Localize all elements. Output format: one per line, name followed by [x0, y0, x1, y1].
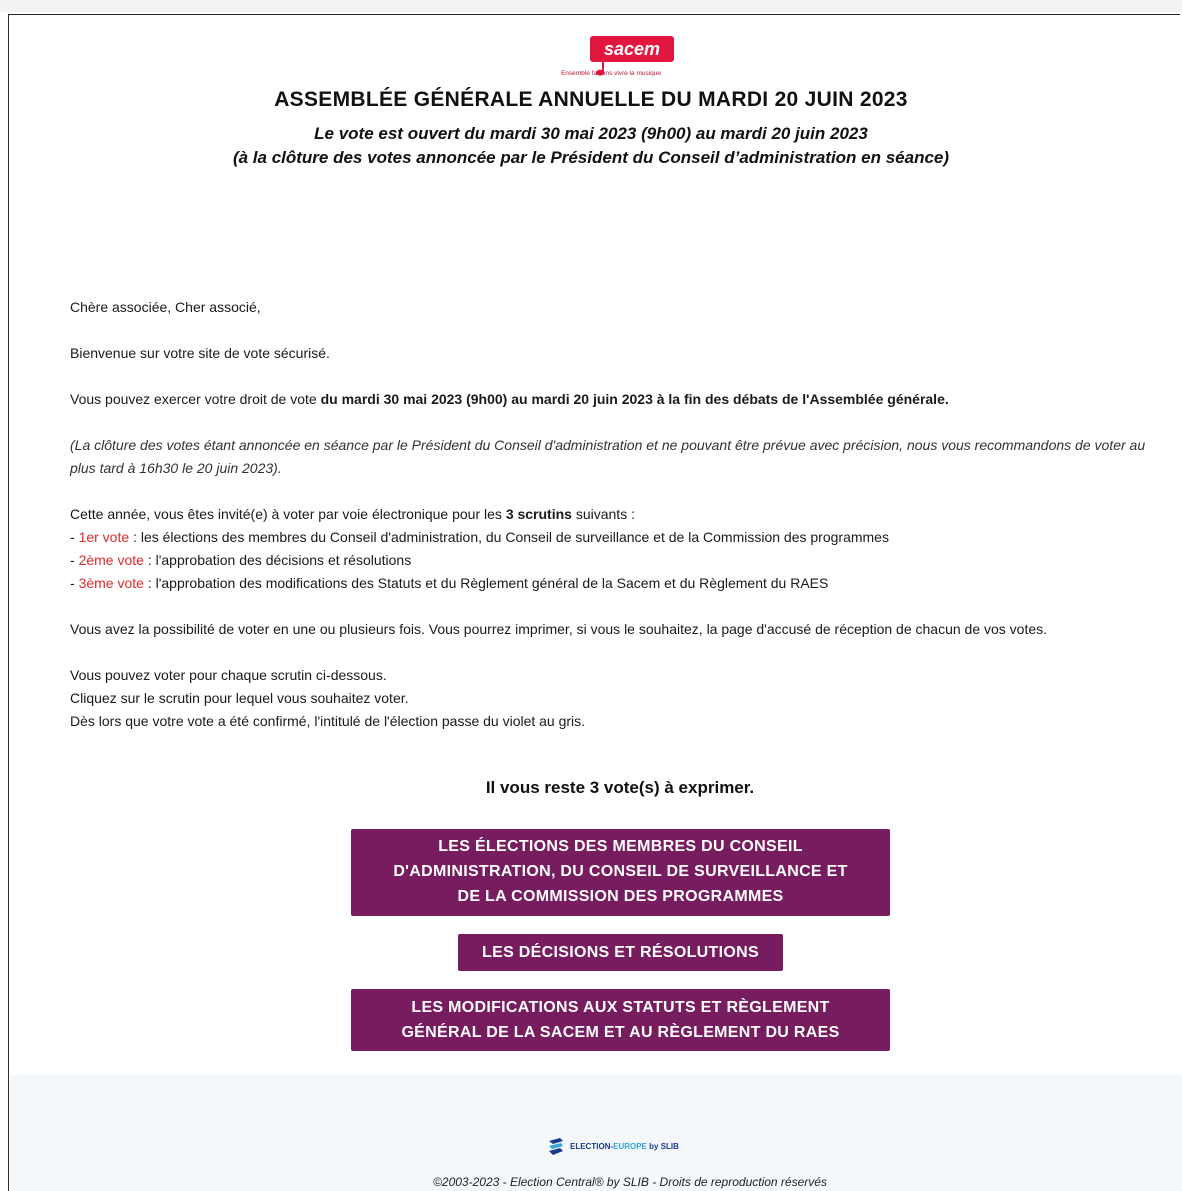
subtitle-line-2: (à la clôture des votes annoncée par le …: [232, 148, 950, 167]
instruction-2: Cliquez sur le scrutin pour lequel vous …: [70, 690, 409, 706]
vote-period-subtitle: Le vote est ouvert du mardi 30 mai 2023 …: [0, 122, 1182, 170]
vote-item-dash: -: [70, 529, 79, 545]
vote-item-label: 1er vote: [78, 529, 130, 545]
button-line: LES DÉCISIONS ET RÉSOLUTIONS: [482, 944, 759, 961]
possibility-text: Vous avez la possibilité de voter en une…: [70, 621, 1048, 637]
vote-item-separator: :: [129, 529, 141, 545]
vote-item-dash: -: [70, 575, 79, 591]
footer: ELECTION-EUROPE by SLIB ©2003-2023 - Ele…: [10, 1075, 1182, 1191]
sacem-logo: sacem Ensemble faisons vivre la musique: [536, 36, 686, 82]
button-line: GÉNÉRAL DE LA SACEM ET AU RÈGLEMENT DU R…: [401, 1024, 840, 1041]
vote-item-text: l'approbation des modifications des Stat…: [155, 575, 829, 591]
election-europe-wordmark: ELECTION-EUROPE by SLIB: [570, 1142, 679, 1151]
vote-decisions-button[interactable]: LES DÉCISIONS ET RÉSOLUTIONS: [458, 934, 783, 971]
vote-item-dash: -: [70, 552, 79, 568]
button-line: LES MODIFICATIONS AUX STATUTS ET RÈGLEME…: [411, 999, 830, 1016]
top-bar: [0, 0, 1182, 12]
vote-period-text: Vous pouvez exercer votre droit de vote …: [70, 388, 1170, 411]
brand-accent: EUROPE: [613, 1142, 647, 1151]
logo-tagline: Ensemble faisons vivre la musique: [560, 70, 662, 77]
intro-suffix: suivants :: [571, 506, 635, 522]
remaining-votes: Il vous reste 3 vote(s) à exprimer.: [485, 778, 755, 797]
welcome-text: Bienvenue sur votre site de vote sécuris…: [70, 345, 330, 361]
vote-item-label: 2ème vote: [78, 552, 144, 568]
instruction-1: Vous pouvez voter pour chaque scrutin ci…: [70, 667, 387, 683]
vote-item-text: les élections des membres du Conseil d'a…: [140, 529, 889, 545]
copyright: ©2003-2023 - Election Central® by SLIB -…: [433, 1175, 827, 1189]
scrutins-intro: Cette année, vous êtes invité(e) à voter…: [70, 503, 1170, 526]
subtitle-line-1: Le vote est ouvert du mardi 30 mai 2023 …: [314, 124, 868, 143]
vote-item-separator: :: [143, 552, 156, 568]
main-content: Chère associée, Cher associé, Bienvenue …: [70, 296, 1170, 733]
vote-period-bold: du mardi 30 mai 2023 (9h00) au mardi 20 …: [320, 391, 949, 407]
vote-item: - 1er vote : les élections des membres d…: [70, 526, 1170, 549]
vote-statuts-button[interactable]: LES MODIFICATIONS AUX STATUTS ET RÈGLEME…: [351, 989, 890, 1051]
button-line: DE LA COMMISSION DES PROGRAMMES: [457, 888, 784, 905]
instruction-3: Dès lors que votre vote a été confirmé, …: [70, 713, 586, 729]
vote-item: - 3ème vote : l'approbation des modifica…: [70, 572, 1170, 595]
vote-item-text: l'approbation des décisions et résolutio…: [155, 552, 412, 568]
vote-item-label: 3ème vote: [78, 575, 144, 591]
vote-period-prefix: Vous pouvez exercer votre droit de vote: [70, 391, 321, 407]
intro-prefix: Cette année, vous êtes invité(e) à voter…: [70, 506, 506, 522]
button-line: D'ADMINISTRATION, DU CONSEIL DE SURVEILL…: [393, 863, 848, 880]
page-title: ASSEMBLÉE GÉNÉRALE ANNUELLE DU MARDI 20 …: [274, 88, 908, 111]
vote-item-separator: :: [143, 575, 156, 591]
intro-bold: 3 scrutins: [505, 506, 572, 522]
button-line: LES ÉLECTIONS DES MEMBRES DU CONSEIL: [438, 838, 803, 855]
brand-suffix: by SLIB: [646, 1142, 679, 1151]
brand-main: ELECTION-: [570, 1142, 614, 1151]
election-europe-icon: [549, 1138, 563, 1155]
greeting: Chère associée, Cher associé,: [70, 299, 261, 315]
election-europe-logo: ELECTION-EUROPE by SLIB: [546, 1137, 746, 1157]
vote-item: - 2ème vote : l'approbation des décision…: [70, 549, 1170, 572]
vote-elections-button[interactable]: LES ÉLECTIONS DES MEMBRES DU CONSEIL D'A…: [351, 829, 890, 916]
closing-note: (La clôture des votes étant annoncée en …: [70, 437, 1146, 476]
